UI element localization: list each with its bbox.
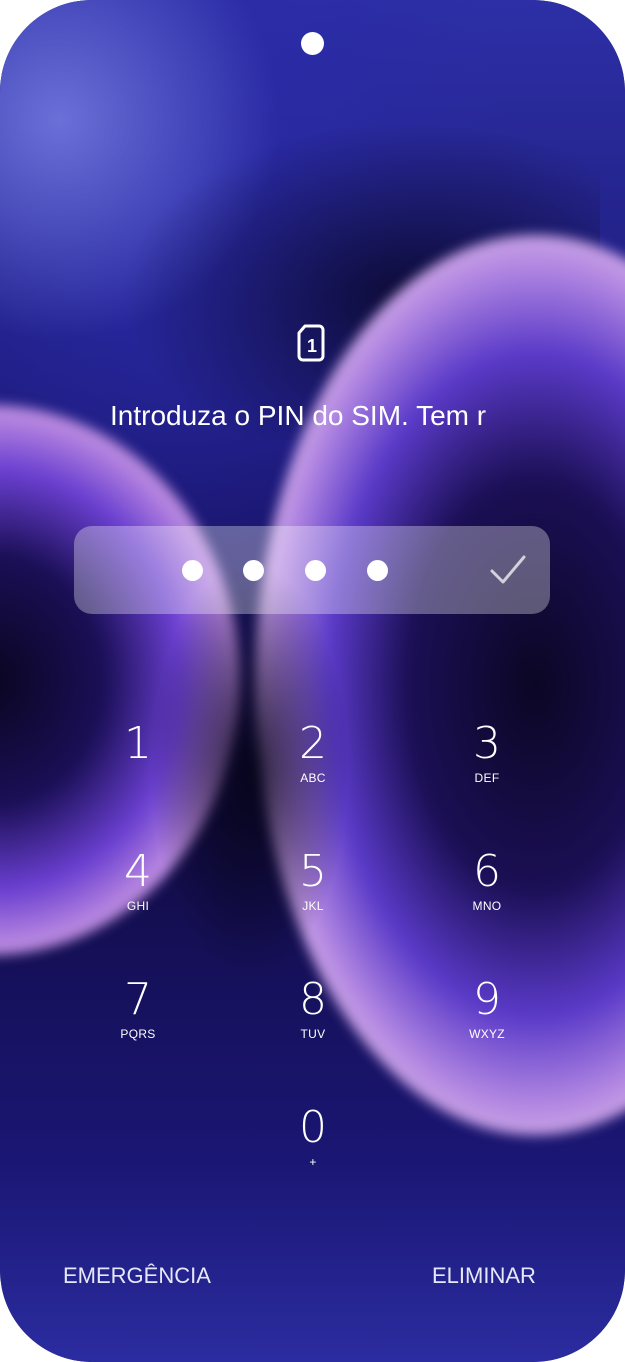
key-digit: 9 [473,974,501,1025]
key-1[interactable]: 1 [68,712,208,812]
key-9[interactable]: 9 WXYZ [417,968,557,1068]
key-letters: WXYZ [469,1027,505,1041]
pin-dot [305,560,326,581]
key-digit: 5 [299,846,327,897]
delete-button[interactable]: ELIMINAR [432,1258,536,1294]
sim-card-icon: 1 [297,324,325,362]
key-letters: GHI [126,899,150,913]
key-4[interactable]: 4 GHI [68,840,208,940]
key-letters: PQRS [120,1027,156,1041]
key-letters: ABC [300,771,326,785]
key-letters: + [309,1155,317,1169]
key-digit: 2 [299,718,327,769]
emergency-button[interactable]: EMERGÊNCIA [63,1258,211,1294]
key-letters: JKL [302,899,324,913]
key-5[interactable]: 5 JKL [243,840,383,940]
lock-screen: 1 Introduza o PIN do SIM. Tem r 1 2 ABC … [0,0,625,1362]
front-camera [301,32,324,55]
pin-entry-field[interactable] [74,526,550,614]
checkmark-icon[interactable] [489,553,527,587]
pin-dot [367,560,388,581]
sim-slot-number: 1 [307,336,317,356]
key-letters: MNO [472,899,502,913]
key-digit: 4 [124,846,152,897]
key-0[interactable]: 0 + [243,1096,383,1196]
key-6[interactable]: 6 MNO [417,840,557,940]
key-digit: 1 [124,718,152,769]
key-digit: 0 [299,1102,327,1153]
key-letters: DEF [474,771,500,785]
key-digit: 7 [124,974,152,1025]
key-letters: TUV [300,1027,326,1041]
key-7[interactable]: 7 PQRS [68,968,208,1068]
key-3[interactable]: 3 DEF [417,712,557,812]
key-2[interactable]: 2 ABC [243,712,383,812]
key-digit: 3 [473,718,501,769]
key-digit: 8 [299,974,327,1025]
sim-pin-prompt: Introduza o PIN do SIM. Tem r [110,400,487,431]
key-8[interactable]: 8 TUV [243,968,383,1068]
pin-dot [182,560,203,581]
pin-dot [243,560,264,581]
key-digit: 6 [473,846,501,897]
